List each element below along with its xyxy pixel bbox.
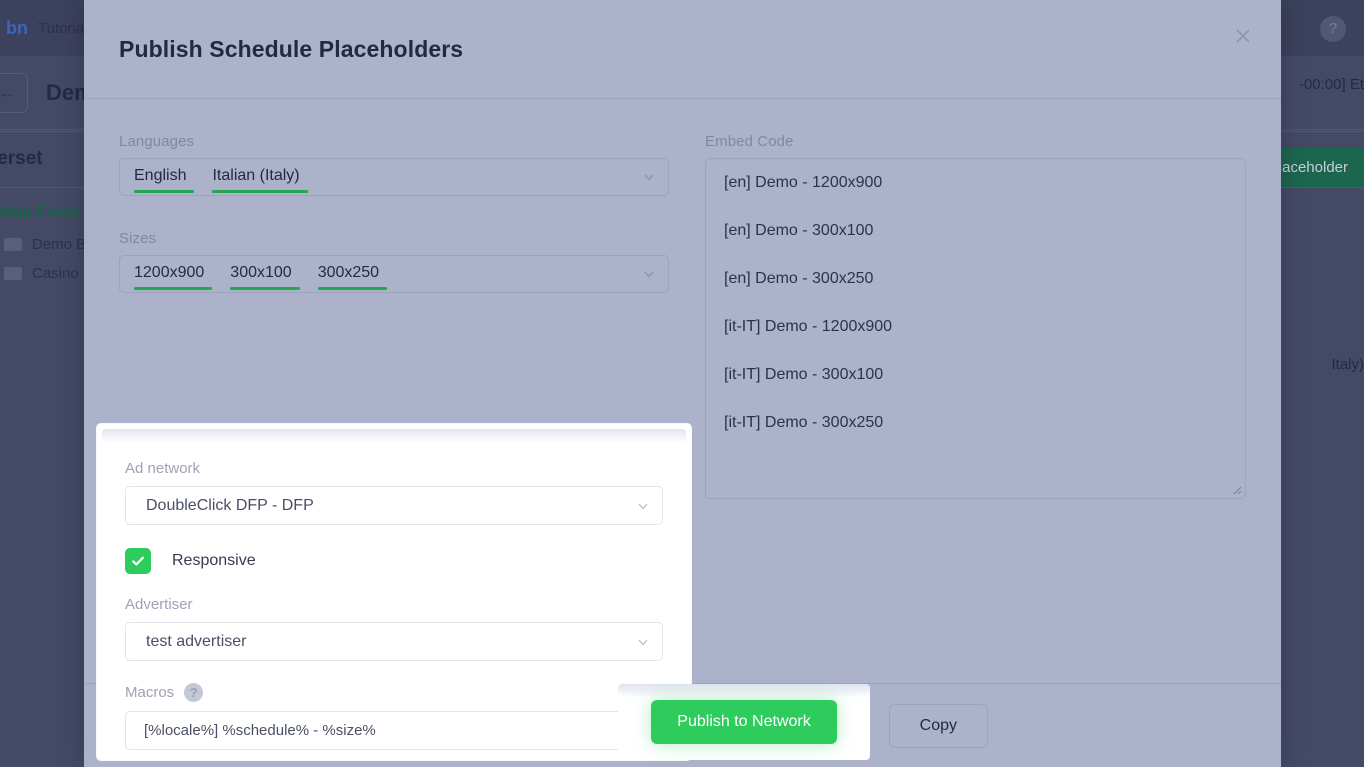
advertiser-value: test advertiser [146,632,247,650]
size-token[interactable]: 300x250 [317,264,388,290]
macros-label: Macros [125,684,175,701]
advertiser-label: Advertiser [125,596,193,613]
macros-input[interactable]: [%locale%] %schedule% - %size% [125,711,663,750]
modal-header: Publish Schedule Placeholders [84,0,1281,99]
advertiser-select[interactable]: test advertiser [125,622,663,661]
sizes-multiselect[interactable]: 1200x900 300x100 300x250 [119,255,669,293]
publish-schedule-placeholders-dialog: Publish Schedule Placeholders Languages … [84,0,1281,767]
copy-button[interactable]: Copy [888,703,988,748]
publish-button-highlight: Publish to Network [618,684,870,760]
embed-code-line: [en] Demo - 300x100 [724,222,874,239]
embed-code-line: [it-IT] Demo - 1200x900 [724,318,893,335]
embed-code-label: Embed Code [705,133,794,150]
embed-code-textarea[interactable]: [en] Demo - 1200x900 [en] Demo - 300x100… [705,158,1246,499]
embed-code-line: [en] Demo - 1200x900 [724,174,883,191]
responsive-checkbox-row[interactable]: Responsive [125,547,663,574]
modal-body: Languages English Italian (Italy) Sizes … [84,99,1281,760]
ad-network-value: DoubleClick DFP - DFP [146,496,314,514]
page-title: Publish Schedule Placeholders [119,35,464,62]
sizes-label: Sizes [119,230,157,247]
chevron-down-icon[interactable] [636,635,650,649]
ad-network-settings-panel: Ad network DoubleClick DFP - DFP Respons… [102,429,686,755]
macros-value: [%locale%] %schedule% - %size% [144,722,376,739]
ad-network-settings-highlight: Ad network DoubleClick DFP - DFP Respons… [97,424,691,760]
help-circle-icon[interactable]: ? [184,683,204,702]
embed-code-line: [en] Demo - 300x250 [724,270,874,287]
embed-code-line: [it-IT] Demo - 300x250 [724,414,884,431]
right-column: Embed Code [en] Demo - 1200x900 [en] Dem… [705,133,1246,683]
language-token[interactable]: Italian (Italy) [212,167,308,193]
ad-network-label: Ad network [125,460,201,477]
chevron-down-icon[interactable] [642,267,656,281]
publish-button-highlight-inner: Publish to Network [622,688,866,756]
chevron-down-icon[interactable] [642,170,656,184]
publish-to-network-button[interactable]: Publish to Network [651,700,837,744]
embed-code-line: [it-IT] Demo - 300x100 [724,366,884,383]
close-icon[interactable] [1229,22,1257,50]
check-icon[interactable] [125,547,151,574]
languages-multiselect[interactable]: English Italian (Italy) [119,158,669,196]
macros-label-row: Macros ? [125,683,663,702]
resize-grip-icon[interactable] [1230,483,1242,495]
footer-actions: Copy [888,703,1246,748]
responsive-label: Responsive [172,551,256,569]
chevron-down-icon[interactable] [636,499,650,513]
size-token[interactable]: 1200x900 [134,264,213,290]
size-token[interactable]: 300x100 [230,264,301,290]
ad-network-select[interactable]: DoubleClick DFP - DFP [125,486,663,525]
language-token[interactable]: English [134,167,196,193]
languages-label: Languages [119,133,195,150]
